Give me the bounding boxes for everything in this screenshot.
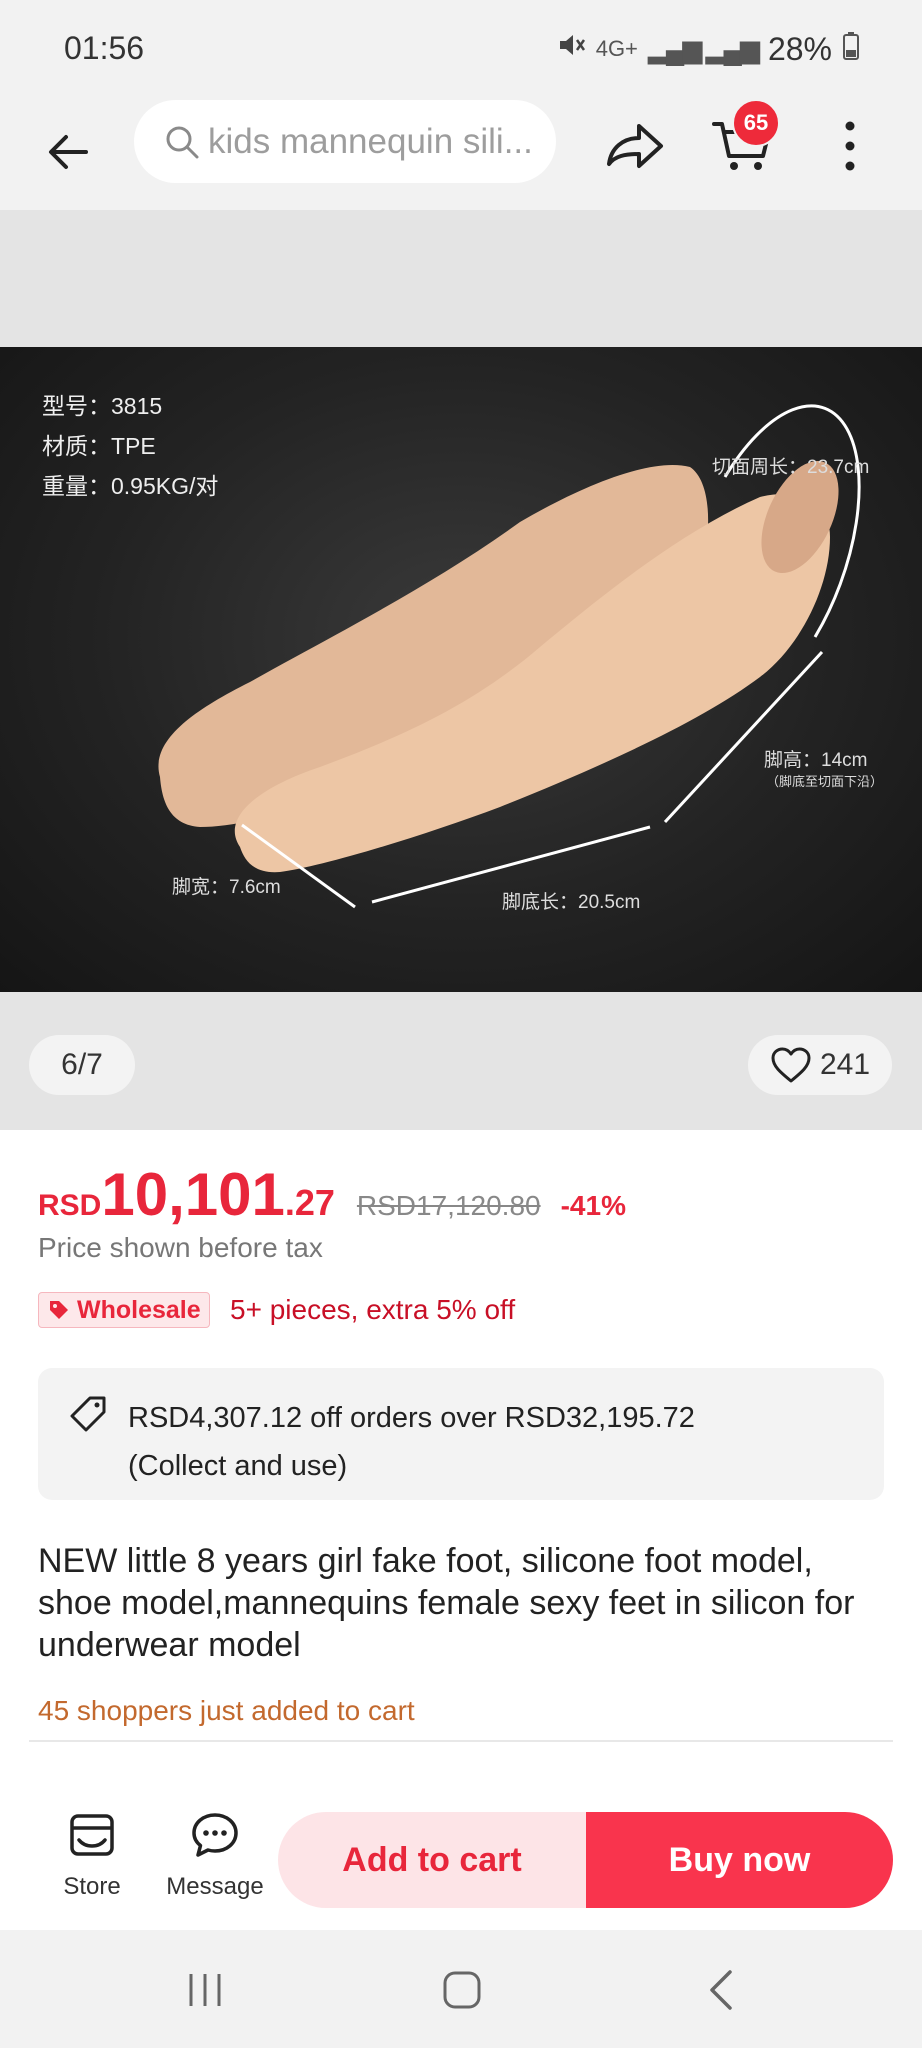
chevron-left-icon [710, 1970, 732, 2010]
image-counter: 6/7 [29, 1035, 135, 1095]
spec-weight: 重量：0.95KG/对 [42, 473, 219, 499]
spec-model: 型号：3815 [42, 393, 163, 419]
spec-cut-circumference: 切面周长：23.7cm [712, 457, 870, 478]
share-button[interactable] [603, 114, 667, 178]
status-bar: 01:56 4G+ ▂▄▆ ▂▄▆ 28% [0, 0, 922, 100]
more-vertical-icon [845, 121, 855, 171]
store-icon [70, 1814, 114, 1856]
recent-apps-icon [189, 1974, 221, 2006]
coupon-text: RSD4,307.12 off orders over RSD32,195.72… [128, 1394, 695, 1490]
price-row: RSD 10,101 .27 RSD17,120.80 -41% [38, 1160, 626, 1229]
status-icons: 4G+ ▂▄▆ ▂▄▆ 28% [556, 30, 860, 68]
spec-height-note: （脚底至切面下沿） [766, 774, 884, 789]
more-options-button[interactable] [830, 114, 870, 178]
spec-height: 脚高：14cm [764, 750, 868, 771]
original-price: RSD17,120.80 [356, 1190, 541, 1221]
spec-material: 材质：TPE [42, 433, 156, 459]
coupon-banner[interactable]: RSD4,307.12 off orders over RSD32,195.72… [38, 1368, 884, 1500]
mute-icon [556, 30, 586, 68]
share-icon [607, 124, 663, 168]
product-title: NEW little 8 years girl fake foot, silic… [38, 1542, 855, 1664]
search-input[interactable]: kids mannequin sili... [134, 100, 556, 183]
like-count: 241 [819, 1048, 871, 1081]
search-placeholder: kids mannequin sili... [208, 121, 533, 161]
search-icon [166, 126, 199, 158]
wishlist-button[interactable]: 241 [748, 1035, 892, 1095]
coupon-line-2: (Collect and use) [128, 1450, 348, 1482]
coupon-line-1: RSD4,307.12 off orders over RSD32,195.72 [128, 1402, 695, 1434]
store-label: Store [63, 1873, 121, 1900]
tag-icon [50, 1301, 68, 1319]
recent-apps-button[interactable] [185, 1970, 225, 2015]
heart-icon [771, 1047, 811, 1083]
product-image[interactable]: 型号：3815 材质：TPE 重量：0.95KG/对 切面周长：23.7cm 脚… [0, 347, 922, 992]
price-cents: .27 [284, 1182, 335, 1223]
signal-icon: ▂▄▆ ▂▄▆ [647, 33, 760, 64]
top-bar: kids mannequin sili... 65 [0, 99, 922, 210]
network-type: 4G+ [595, 36, 638, 61]
arrow-left-icon [49, 135, 88, 169]
system-nav-bar [0, 1930, 922, 2048]
add-to-cart-button[interactable]: Add to cart [278, 1812, 586, 1908]
system-back-button[interactable] [706, 1968, 738, 2017]
social-proof: 45 shoppers just added to cart [38, 1695, 415, 1726]
buy-now-button[interactable]: Buy now [586, 1812, 893, 1908]
home-button[interactable] [442, 1970, 482, 2015]
price-currency: RSD [38, 1189, 102, 1222]
message-label: Message [166, 1873, 264, 1900]
wholesale-label: Wholesale [77, 1295, 201, 1324]
bottom-action-bar: Store Message Add to cart Buy now [0, 1790, 922, 1930]
battery-icon [842, 31, 860, 68]
chat-bubble-icon [192, 1813, 238, 1857]
tax-note: Price shown before tax [38, 1232, 323, 1263]
message-button[interactable]: Message [160, 1810, 270, 1901]
home-icon [443, 1971, 481, 2009]
wholesale-offer: 5+ pieces, extra 5% off [230, 1294, 516, 1325]
back-button[interactable] [36, 120, 100, 184]
product-gallery[interactable]: 型号：3815 材质：TPE 重量：0.95KG/对 切面周长：23.7cm 脚… [0, 210, 922, 1130]
status-time: 01:56 [64, 30, 145, 66]
cart-count-badge: 65 [732, 99, 780, 147]
spec-width: 脚宽：7.6cm [172, 877, 281, 898]
wholesale-badge: Wholesale [38, 1292, 210, 1328]
store-button[interactable]: Store [50, 1810, 134, 1901]
coupon-tag-icon [68, 1394, 108, 1439]
discount-badge: -41% [560, 1190, 626, 1221]
price-main: 10,101 [101, 1161, 285, 1228]
battery-level: 28% [767, 30, 832, 67]
spec-sole-length: 脚底长：20.5cm [502, 892, 641, 913]
divider [29, 1740, 893, 1742]
